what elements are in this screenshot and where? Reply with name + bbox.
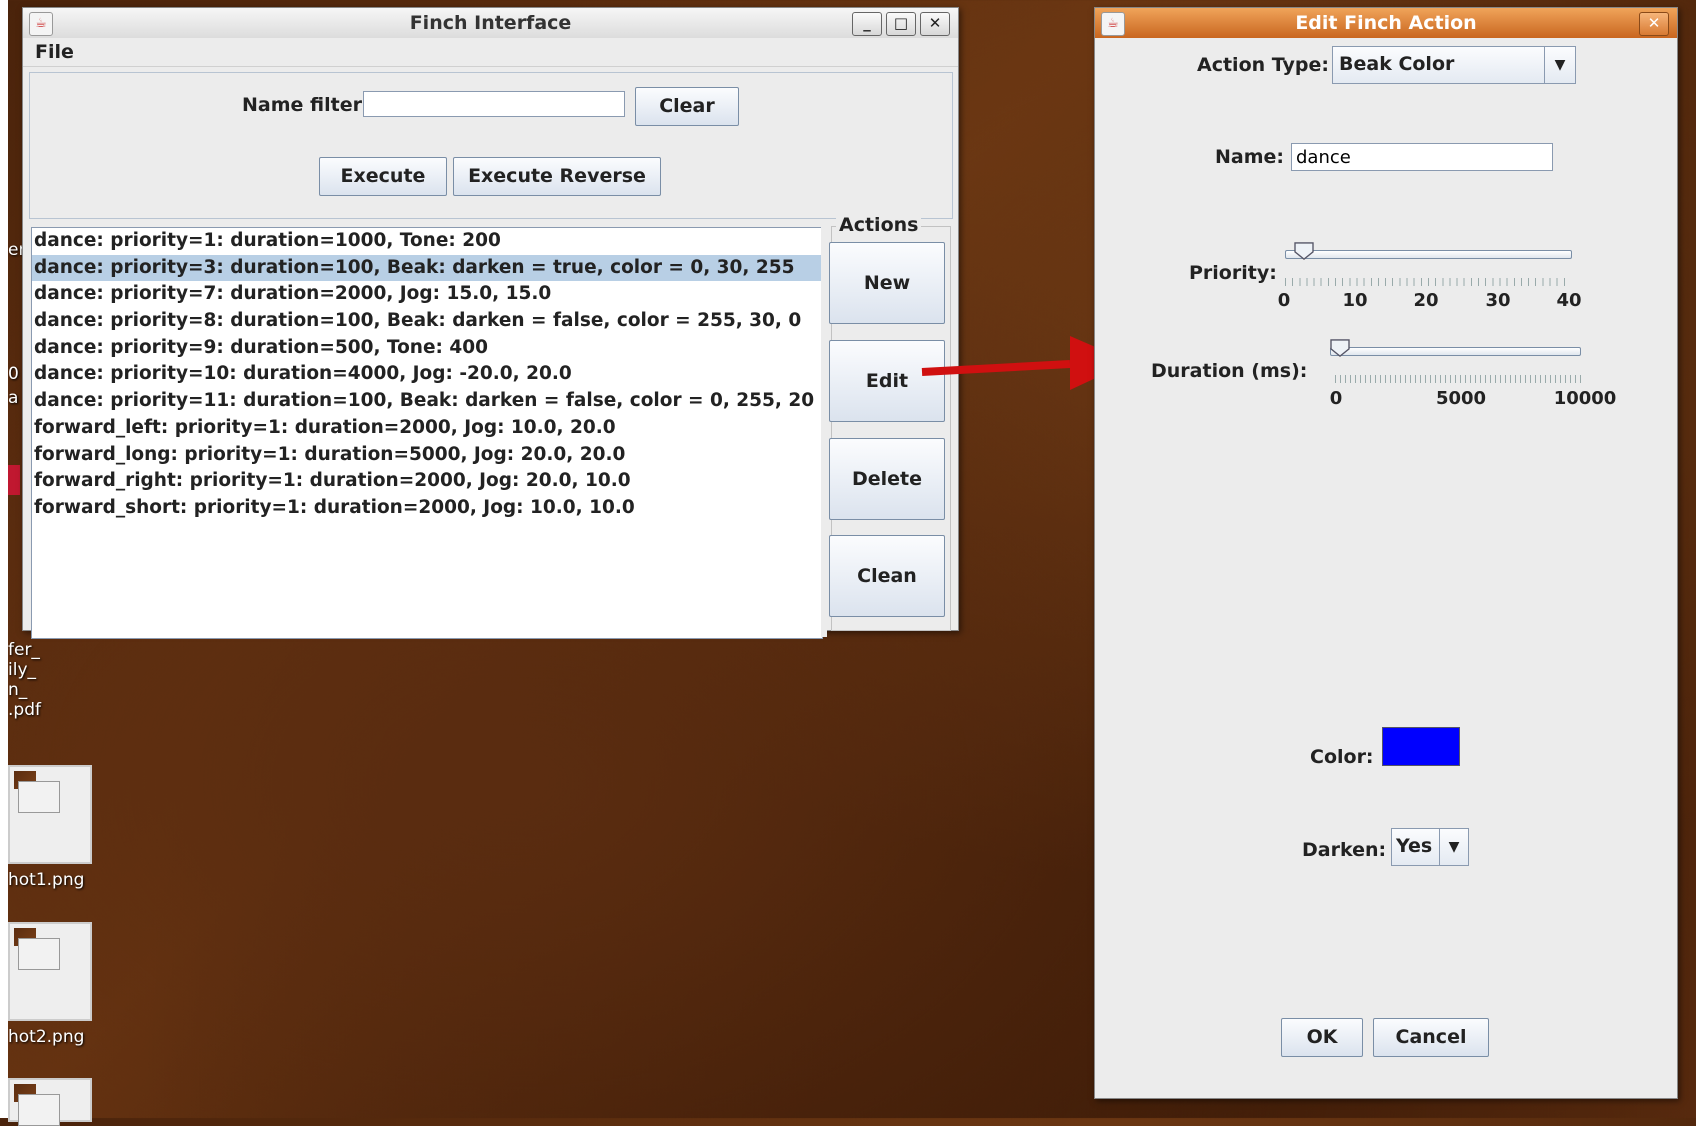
java-app-icon: ☕ xyxy=(1101,12,1125,36)
darken-label: Darken: xyxy=(1302,839,1387,861)
desktop-file-label: hot2.png xyxy=(8,1027,85,1047)
desktop-file-thumbnail[interactable] xyxy=(8,922,92,1021)
priority-slider-thumb[interactable] xyxy=(1293,242,1315,260)
clean-button[interactable]: Clean xyxy=(829,535,945,617)
name-filter-input[interactable] xyxy=(363,91,625,117)
ok-button[interactable]: OK xyxy=(1281,1018,1363,1057)
desktop-text-fragment: a xyxy=(8,388,19,408)
darken-dropdown[interactable]: Yes ▼ xyxy=(1391,828,1469,866)
minimize-icon[interactable]: _ xyxy=(852,12,882,36)
clear-button[interactable]: Clear xyxy=(635,87,739,126)
menu-file[interactable]: File xyxy=(35,41,74,63)
execute-reverse-button[interactable]: Execute Reverse xyxy=(453,157,661,196)
chevron-down-icon[interactable]: ▼ xyxy=(1544,47,1575,83)
list-item[interactable]: forward_long: priority=1: duration=5000,… xyxy=(32,442,822,469)
dialog-titlebar[interactable]: ☕ Edit Finch Action ✕ xyxy=(1095,8,1677,38)
list-item[interactable]: dance: priority=9: duration=500, Tone: 4… xyxy=(32,335,822,362)
duration-slider-track xyxy=(1330,347,1581,356)
close-icon[interactable]: ✕ xyxy=(1639,12,1669,36)
priority-tick-label: 30 xyxy=(1485,290,1511,311)
priority-tick-label: 0 xyxy=(1277,290,1291,311)
action-type-dropdown[interactable]: Beak Color ▼ xyxy=(1332,46,1576,84)
desktop-file-label-line: ily_ xyxy=(8,660,37,680)
color-swatch[interactable] xyxy=(1382,727,1460,766)
list-item[interactable]: dance: priority=1: duration=1000, Tone: … xyxy=(32,228,822,255)
color-label: Color: xyxy=(1310,746,1374,768)
list-item[interactable]: forward_short: priority=1: duration=2000… xyxy=(32,495,822,522)
duration-label: Duration (ms): xyxy=(1151,360,1308,382)
list-item[interactable]: dance: priority=10: duration=4000, Jog: … xyxy=(32,361,822,388)
desktop-file-label-line: n_ xyxy=(8,680,28,700)
name-filter-label: Name filter: xyxy=(242,94,370,116)
priority-tick-label: 40 xyxy=(1556,290,1582,311)
maximize-icon[interactable]: □ xyxy=(886,12,916,36)
execute-button[interactable]: Execute xyxy=(319,157,447,196)
new-button[interactable]: New xyxy=(829,242,945,324)
priority-tick-label: 20 xyxy=(1413,290,1439,311)
priority-slider-track xyxy=(1285,250,1572,259)
list-item[interactable]: forward_right: priority=1: duration=2000… xyxy=(32,468,822,495)
priority-ticks xyxy=(1285,278,1571,286)
desktop-file-label-line: .pdf xyxy=(8,700,41,720)
name-input[interactable] xyxy=(1291,143,1553,171)
desktop-file-label-line: fer_ xyxy=(8,640,40,660)
list-item[interactable]: dance: priority=3: duration=100, Beak: d… xyxy=(32,254,822,282)
darken-value: Yes xyxy=(1396,835,1433,857)
java-app-icon: ☕ xyxy=(29,12,53,36)
desktop-file-label: hot1.png xyxy=(8,870,85,890)
close-icon[interactable]: ✕ xyxy=(920,12,950,36)
chevron-down-icon[interactable]: ▼ xyxy=(1439,829,1468,865)
name-label: Name: xyxy=(1215,146,1285,168)
edit-finch-action-dialog: ☕ Edit Finch Action ✕ Action Type: Beak … xyxy=(1094,7,1678,1099)
duration-tick-label: 10000 xyxy=(1553,388,1617,409)
priority-tick-label: 10 xyxy=(1342,290,1368,311)
duration-tick-label: 5000 xyxy=(1435,388,1487,409)
window-title: Finch Interface xyxy=(409,12,572,34)
finch-interface-window: ☕ Finch Interface _ □ ✕ File Name filter… xyxy=(22,7,959,639)
desktop-icon-fragment[interactable] xyxy=(8,465,20,495)
list-item[interactable]: dance: priority=7: duration=2000, Jog: 1… xyxy=(32,281,822,308)
action-type-label: Action Type: xyxy=(1197,54,1329,76)
duration-slider-thumb[interactable] xyxy=(1329,339,1351,357)
action-type-value: Beak Color xyxy=(1339,53,1455,75)
list-item[interactable]: dance: priority=8: duration=100, Beak: d… xyxy=(32,308,822,335)
actions-list[interactable]: dance: priority=1: duration=1000, Tone: … xyxy=(31,227,823,639)
desktop-file-thumbnail[interactable] xyxy=(8,765,92,864)
delete-button[interactable]: Delete xyxy=(829,438,945,520)
actions-group-title: Actions xyxy=(836,214,922,236)
arrow-shaft xyxy=(921,360,1071,376)
duration-tick-label: 0 xyxy=(1329,388,1343,409)
desktop-file-thumbnail[interactable] xyxy=(8,1078,92,1126)
list-item[interactable]: dance: priority=11: duration=100, Beak: … xyxy=(32,388,822,415)
priority-label: Priority: xyxy=(1189,262,1277,284)
duration-ticks xyxy=(1335,375,1585,383)
desktop-text-fragment: 0 xyxy=(8,364,19,384)
cancel-button[interactable]: Cancel xyxy=(1373,1018,1489,1057)
menu-bar: File xyxy=(23,38,958,67)
list-item[interactable]: forward_left: priority=1: duration=2000,… xyxy=(32,415,822,442)
dialog-title: Edit Finch Action xyxy=(1295,12,1477,34)
window-titlebar[interactable]: ☕ Finch Interface _ □ ✕ xyxy=(23,8,958,38)
desktop-left-edge xyxy=(0,0,8,1118)
